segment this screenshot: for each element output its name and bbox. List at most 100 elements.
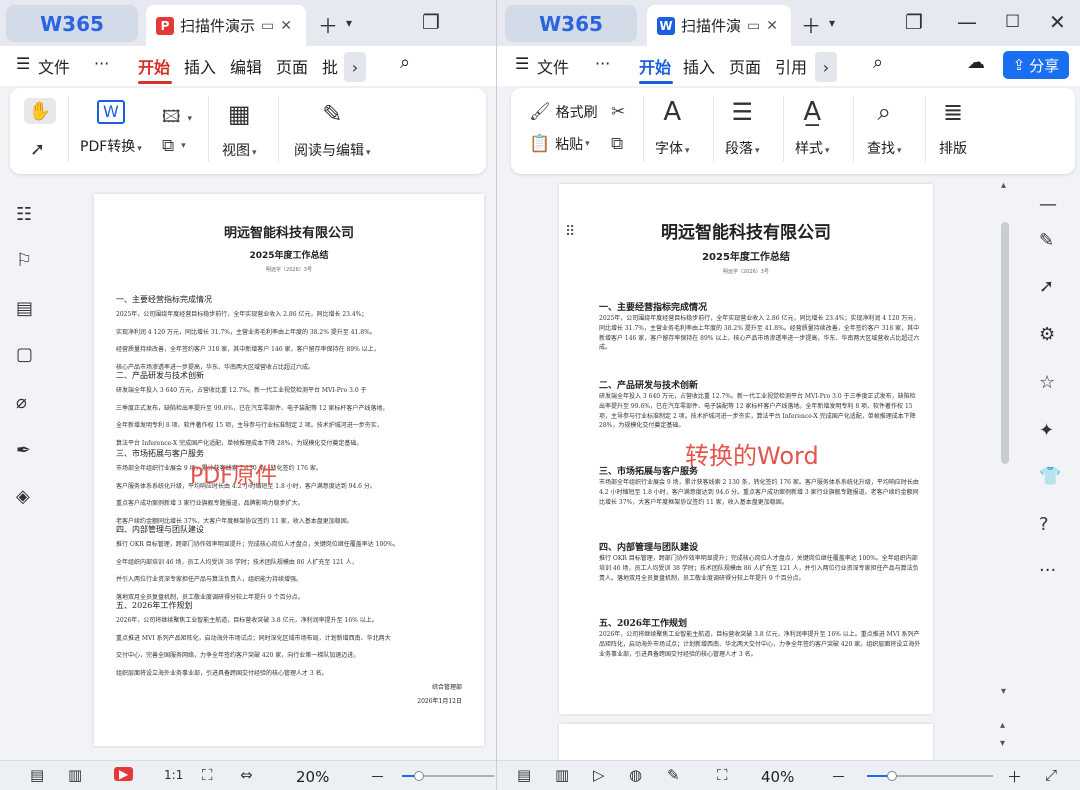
zoom-slider-knob[interactable]	[887, 771, 898, 781]
double-page-icon[interactable]: ▥	[68, 766, 82, 784]
paste-button[interactable]: 📋 粘贴 ▾	[529, 134, 590, 154]
style-button[interactable]: A̲ 样式 ▾	[795, 98, 830, 158]
close-window-icon[interactable]: ✕	[1049, 10, 1066, 34]
sliders-icon[interactable]: ⚙	[1039, 324, 1055, 345]
word-doc-title[interactable]: 2025年度工作总结	[559, 248, 933, 263]
fit-width-icon[interactable]: ⇔	[240, 766, 253, 784]
close-icon[interactable]: ✕	[766, 18, 778, 34]
word-paragraph[interactable]: 研发端全年投入 3 640 万元，占营收比重 12.7%。新一代工业视觉检测平台…	[599, 392, 921, 431]
chevron-down-icon[interactable]: ▾	[829, 16, 835, 30]
word-paragraph[interactable]: 推行 OKR 目标管理，跨部门协作效率明显提升；完成核心岗位人才盘点，关键岗位继…	[599, 554, 921, 583]
menu-page[interactable]: 页面	[729, 54, 761, 78]
word-paragraph[interactable]: 2026年，公司将继续聚焦工业智能主航道，目标营收突破 3.8 亿元，净利润率提…	[599, 630, 921, 659]
pen-mode-icon[interactable]: ✎	[667, 766, 680, 784]
menu-insert[interactable]: 插入	[683, 54, 715, 78]
pdf-convert-button[interactable]: W PDF转换 ▾	[80, 100, 142, 156]
font-button[interactable]: A 字体 ▾	[655, 98, 690, 158]
outline-view-icon[interactable]: ▥	[555, 766, 569, 784]
word-section-heading[interactable]: 一、主要经营指标完成情况	[599, 300, 707, 313]
menu-more[interactable]: ···	[595, 54, 610, 73]
doc-tab-word[interactable]: W 扫描件演 ▭ ✕	[647, 5, 791, 46]
cut-button[interactable]: ✂	[611, 102, 630, 122]
chevron-down-icon[interactable]: ▾	[346, 16, 352, 30]
attachment-icon[interactable]: ⌀	[16, 392, 27, 413]
word-section-heading[interactable]: 四、内部管理与团队建设	[599, 540, 698, 553]
menu-reference[interactable]: 引用	[775, 54, 807, 78]
menu-page[interactable]: 页面	[276, 54, 308, 78]
zoom-out-icon[interactable]: －	[370, 766, 385, 787]
monitor-icon[interactable]: ▭	[747, 18, 760, 34]
help-icon[interactable]: ?	[1039, 514, 1049, 535]
outline-icon[interactable]: ☷	[16, 204, 32, 225]
maximize-icon[interactable]: ☐	[1005, 12, 1020, 32]
paragraph-button[interactable]: ☰ 段落 ▾	[725, 98, 760, 158]
copy-button[interactable]: ⧉	[611, 134, 628, 154]
menu-start[interactable]: 开始	[639, 54, 671, 78]
scroll-up-icon[interactable]: ▴	[1001, 180, 1006, 191]
actual-size-icon[interactable]: 1:1	[164, 768, 183, 782]
signature-icon[interactable]: ✒	[16, 440, 31, 461]
word-paragraph[interactable]: 2025年，公司围绕年度经营目标稳步前行，全年实现营业收入 2.86 亿元，同比…	[599, 314, 921, 353]
prev-page-icon[interactable]: ▴	[1000, 720, 1005, 731]
hand-tool-icon[interactable]: ✋	[24, 98, 56, 124]
menu-file[interactable]: 文件	[38, 54, 70, 78]
bookmark-icon[interactable]: ⚐	[16, 250, 32, 271]
zoom-slider-knob[interactable]	[413, 771, 424, 781]
thumbnail-icon[interactable]: ▤	[16, 298, 33, 319]
word-paragraph[interactable]: 市场部全年组织行业展会 9 场，累计获客线索 2 130 条，转化签约 176 …	[599, 478, 921, 507]
read-mode-icon[interactable]: ▷	[593, 766, 605, 784]
fullscreen-icon[interactable]: ⤢	[1045, 766, 1057, 784]
pen-icon[interactable]: ✎	[1039, 230, 1054, 251]
app-home-tab[interactable]: W365	[505, 5, 637, 42]
app-home-tab[interactable]: W365	[6, 5, 138, 42]
layers-icon[interactable]: ◈	[16, 486, 30, 507]
zoom-slider[interactable]	[867, 771, 993, 781]
menu-insert[interactable]: 插入	[184, 54, 216, 78]
ribbon-scroll-right-icon[interactable]: ›	[344, 52, 366, 82]
menu-edit[interactable]: 编辑	[230, 54, 262, 78]
select-arrow-icon[interactable]: ➚	[30, 136, 45, 164]
close-icon[interactable]: ✕	[280, 18, 292, 34]
format-painter-button[interactable]: 🖌 格式刷	[529, 102, 598, 122]
layout-button[interactable]: ≣ 排版	[939, 98, 967, 158]
page-view-icon[interactable]: ▤	[517, 766, 531, 784]
zoom-out-icon[interactable]: －	[831, 766, 846, 787]
scroll-down-icon[interactable]: ▾	[1001, 686, 1006, 697]
ai-icon[interactable]: ✦	[1039, 420, 1054, 441]
word-company[interactable]: 明远智能科技有限公司	[559, 218, 933, 243]
minimize-icon[interactable]: —	[957, 10, 977, 34]
search-icon[interactable]: ⌕	[400, 52, 410, 73]
menu-more[interactable]: ···	[94, 54, 109, 73]
next-page-icon[interactable]: ▾	[1000, 738, 1005, 749]
hamburger-icon[interactable]: ☰	[16, 54, 30, 73]
word-section-heading[interactable]: 三、市场拓展与客户服务	[599, 464, 698, 477]
fit-page-icon[interactable]: ⛶	[202, 766, 213, 784]
shirt-icon[interactable]: 👕	[1039, 466, 1061, 487]
share-button[interactable]: ⇪ 分享	[1003, 51, 1069, 79]
search-icon[interactable]: ⌕	[873, 52, 883, 73]
zoom-in-icon[interactable]: ＋	[1007, 766, 1022, 787]
vertical-scrollbar-thumb[interactable]	[1001, 222, 1009, 464]
view-button[interactable]: ▦ 视图 ▾	[222, 100, 257, 160]
restore-window-icon[interactable]: ❐	[422, 10, 440, 34]
cloud-upload-icon[interactable]: ☁	[967, 52, 985, 73]
menu-file[interactable]: 文件	[537, 54, 569, 78]
comment-icon[interactable]: ▢	[16, 344, 33, 365]
single-page-icon[interactable]: ▤	[30, 766, 44, 784]
restore-window-icon[interactable]: ❐	[905, 10, 923, 34]
copy-tool-button[interactable]: ⧉ ▾	[162, 136, 186, 156]
menu-start[interactable]: 开始	[138, 54, 170, 78]
image-tool-button[interactable]: 🖾 ▾	[162, 104, 192, 133]
more-icon[interactable]: ···	[1039, 560, 1056, 581]
menu-annotate[interactable]: 批	[322, 54, 338, 78]
zoom-slider[interactable]	[402, 771, 494, 781]
play-slideshow-icon[interactable]: ▶	[114, 767, 134, 781]
word-doc-number[interactable]: 明远字〔2026〕3号	[559, 268, 933, 275]
find-button[interactable]: ⌕ 查找 ▾	[867, 98, 902, 158]
fit-page-icon[interactable]: ⛶	[717, 766, 728, 784]
doc-tab-pdf[interactable]: P 扫描件演示 ▭ ✕	[146, 5, 306, 46]
hamburger-icon[interactable]: ☰	[515, 54, 529, 73]
word-section-heading[interactable]: 二、产品研发与技术创新	[599, 378, 698, 391]
monitor-icon[interactable]: ▭	[261, 18, 274, 34]
word-section-heading[interactable]: 五、2026年工作规划	[599, 616, 687, 629]
